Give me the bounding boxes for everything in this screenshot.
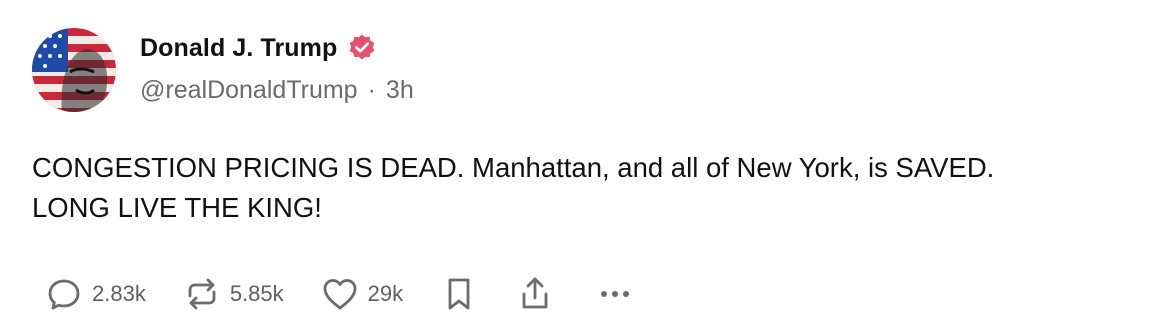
- display-name[interactable]: Donald J. Trump: [140, 34, 337, 63]
- handle-row: @realDonaldTrump · 3h: [140, 76, 414, 105]
- reply-button[interactable]: 2.83k: [44, 274, 146, 314]
- avatar[interactable]: [32, 28, 116, 112]
- post-body: CONGESTION PRICING IS DEAD. Manhattan, a…: [32, 148, 1132, 228]
- post-header: Donald J. Trump @realDonaldTrump · 3h: [140, 30, 414, 105]
- more-dots-icon: [601, 291, 630, 297]
- post-text-line-2: LONG LIVE THE KING!: [32, 192, 322, 223]
- handle[interactable]: @realDonaldTrump: [140, 76, 358, 105]
- post-text-line-1: CONGESTION PRICING IS DEAD. Manhattan, a…: [32, 152, 995, 183]
- more-button[interactable]: [595, 274, 635, 314]
- heart-icon: [323, 279, 357, 310]
- like-count: 29k: [367, 281, 404, 306]
- speech-bubble-icon: [48, 279, 80, 310]
- bookmark-button[interactable]: [439, 274, 479, 314]
- verified-badge-icon: [350, 34, 375, 60]
- share-button[interactable]: [515, 274, 555, 314]
- repost-arrows-icon: [188, 278, 216, 310]
- avatar-image: [32, 28, 116, 112]
- repost-count: 5.85k: [229, 281, 284, 306]
- name-row: Donald J. Trump: [140, 30, 414, 66]
- separator-dot: ·: [367, 76, 376, 104]
- action-bar: 2.83k 5.85k 29k: [44, 270, 635, 318]
- bookmark-icon: [448, 278, 470, 310]
- reply-count: 2.83k: [92, 281, 146, 306]
- post-card: Donald J. Trump @realDonaldTrump · 3h CO…: [0, 0, 1172, 334]
- like-button[interactable]: 29k: [320, 274, 403, 314]
- timestamp[interactable]: 3h: [386, 76, 414, 105]
- share-upload-icon: [522, 277, 548, 309]
- repost-button[interactable]: 5.85k: [182, 274, 284, 314]
